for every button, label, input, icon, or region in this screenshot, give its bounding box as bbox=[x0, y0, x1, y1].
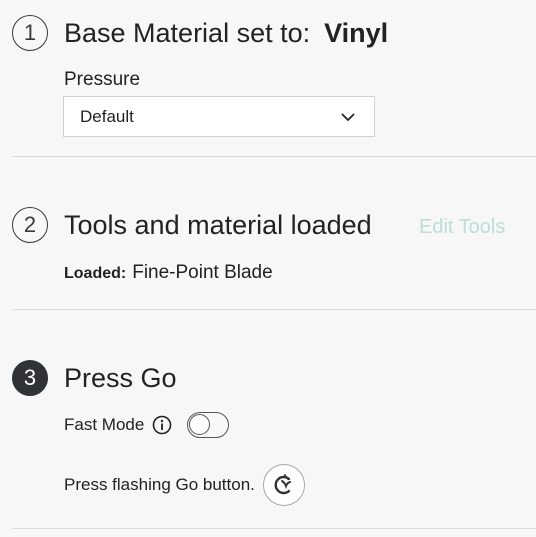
step-3-badge: 3 bbox=[12, 360, 48, 396]
pressure-label: Pressure bbox=[64, 69, 141, 90]
step-2-badge: 2 bbox=[12, 207, 48, 243]
cricut-go-icon bbox=[274, 474, 291, 495]
section-divider bbox=[12, 309, 536, 310]
edit-tools-link[interactable]: Edit Tools bbox=[419, 216, 505, 239]
loaded-tool-value: Fine-Point Blade bbox=[132, 262, 273, 283]
fast-mode-row: Fast Mode bbox=[64, 410, 230, 440]
go-button[interactable] bbox=[262, 464, 305, 506]
pressure-dropdown[interactable]: Default bbox=[63, 96, 375, 137]
go-instruction-text: Press flashing Go button. bbox=[64, 475, 255, 494]
base-material-prefix: Base Material set to: bbox=[64, 18, 311, 48]
cut-steps-panel: 1 Base Material set to: Vinyl Pressure De… bbox=[0, 0, 536, 537]
go-instruction-row: Press flashing Go button. bbox=[64, 464, 305, 506]
step-3-title: Press Go bbox=[64, 363, 177, 393]
info-icon[interactable] bbox=[152, 415, 172, 435]
section-divider bbox=[12, 528, 536, 529]
loaded-tools-row: Loaded: Fine-Point Blade bbox=[64, 262, 273, 284]
toggle-knob bbox=[189, 414, 211, 435]
loaded-label: Loaded: bbox=[64, 265, 127, 282]
fast-mode-toggle[interactable] bbox=[187, 412, 230, 438]
step-1-title: Base Material set to: Vinyl bbox=[64, 17, 388, 49]
fast-mode-label: Fast Mode bbox=[64, 415, 145, 434]
chevron-down-icon bbox=[341, 113, 355, 122]
pressure-selected-value: Default bbox=[80, 106, 134, 126]
step-1-badge: 1 bbox=[12, 15, 48, 51]
section-divider bbox=[12, 156, 536, 157]
base-material-value: Vinyl bbox=[324, 18, 389, 48]
step-2-title: Tools and material loaded bbox=[64, 210, 372, 240]
